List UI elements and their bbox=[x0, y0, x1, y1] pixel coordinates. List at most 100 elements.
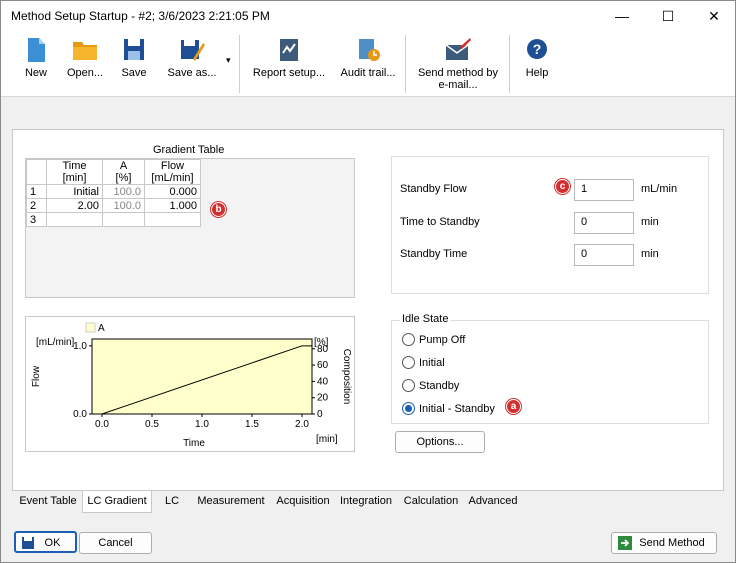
cell-time[interactable] bbox=[46, 212, 103, 227]
gradient-table-container: Time [min] A [%] Flow [mL/min] 1 Initial 10… bbox=[25, 158, 355, 298]
x-axis-label: Time bbox=[183, 438, 205, 449]
save-as-icon bbox=[181, 40, 205, 61]
idle-state-group: Idle State Pump Off Initial Standby Init… bbox=[391, 313, 709, 424]
standby-flow-input[interactable]: 1 bbox=[574, 179, 634, 201]
cell-flow[interactable] bbox=[144, 212, 201, 227]
toolbar-separator bbox=[239, 35, 240, 93]
callout-b-badge: b bbox=[211, 202, 226, 217]
toolbar-separator bbox=[509, 35, 510, 93]
radio-standby[interactable]: Standby bbox=[402, 379, 459, 392]
cell-time[interactable]: 2.00 bbox=[46, 198, 103, 213]
standby-time-unit: min bbox=[641, 248, 659, 260]
tab-event-table[interactable]: Event Table bbox=[14, 491, 82, 513]
send-method-button[interactable]: Send Method bbox=[611, 532, 717, 554]
time-to-standby-unit: min bbox=[641, 216, 659, 228]
tab-acquisition[interactable]: Acquisition bbox=[274, 491, 332, 513]
save-disk-icon bbox=[22, 537, 34, 549]
standby-time-label: Standby Time bbox=[400, 248, 468, 260]
cell-a[interactable] bbox=[102, 212, 145, 227]
radio-initial-standby[interactable]: Initial - Standby bbox=[402, 402, 495, 415]
x-axis-unit: [min] bbox=[316, 434, 338, 445]
radio-indicator[interactable] bbox=[402, 333, 415, 346]
maximize-button[interactable]: ☐ bbox=[645, 1, 691, 31]
send-email-label-line2: e-mail... bbox=[438, 79, 478, 91]
minimize-button[interactable]: — bbox=[599, 1, 645, 31]
report-setup-button[interactable]: Report setup... bbox=[249, 35, 329, 95]
standby-settings-group: Standby Flow c 1 mL/min Time to Standby … bbox=[391, 156, 709, 294]
table-row[interactable]: 2 2.00 100.0 1.000 bbox=[26, 198, 201, 213]
ok-label: OK bbox=[44, 537, 61, 549]
send-email-label-line1: Send method by bbox=[417, 67, 499, 79]
audit-trail-icon bbox=[359, 39, 380, 61]
tab-measurement[interactable]: Measurement bbox=[194, 491, 268, 513]
report-setup-label: Report setup... bbox=[252, 67, 326, 79]
plot-area bbox=[91, 338, 313, 415]
y-right-tick-label: 40 bbox=[317, 376, 329, 387]
cell-time[interactable]: Initial bbox=[46, 184, 103, 199]
svg-text:?: ? bbox=[533, 41, 542, 57]
help-icon: ? bbox=[527, 39, 547, 59]
table-row[interactable]: 1 Initial 100.0 0.000 bbox=[26, 184, 201, 199]
open-folder-icon bbox=[73, 42, 97, 60]
column-header-flow[interactable]: Flow [mL/min] bbox=[144, 159, 201, 185]
cancel-button[interactable]: Cancel bbox=[79, 532, 152, 554]
close-button[interactable]: ✕ bbox=[691, 1, 736, 31]
cell-a[interactable]: 100.0 bbox=[102, 184, 145, 199]
new-button[interactable]: New bbox=[15, 35, 57, 95]
radio-indicator[interactable] bbox=[402, 356, 415, 369]
y-left-axis-label: Flow bbox=[31, 365, 42, 387]
gradient-table[interactable]: Time [min] A [%] Flow [mL/min] 1 Initial 10… bbox=[26, 159, 201, 227]
title-bar: Method Setup Startup - #2; 3/6/2023 2:21… bbox=[1, 1, 735, 31]
window-title: Method Setup Startup - #2; 3/6/2023 2:21… bbox=[11, 9, 270, 23]
column-header-a[interactable]: A [%] bbox=[102, 159, 145, 185]
y-right-tick-label: 20 bbox=[317, 393, 329, 404]
tab-integration[interactable]: Integration bbox=[336, 491, 396, 513]
tab-lc-gradient[interactable]: LC Gradient bbox=[82, 491, 152, 513]
x-tick-label: 2.0 bbox=[295, 419, 309, 430]
radio-initial[interactable]: Initial bbox=[402, 356, 445, 369]
cell-flow[interactable]: 1.000 bbox=[144, 198, 201, 213]
column-header-time[interactable]: Time [min] bbox=[46, 159, 103, 185]
method-tabs: Event Table LC Gradient LC Measurement A… bbox=[12, 491, 724, 513]
radio-pump-off[interactable]: Pump Off bbox=[402, 333, 465, 346]
x-tick-label: 1.0 bbox=[195, 419, 209, 430]
send-arrow-icon bbox=[618, 536, 632, 550]
standby-flow-unit: mL/min bbox=[641, 183, 678, 195]
help-label: Help bbox=[525, 67, 549, 79]
help-button[interactable]: ? Help bbox=[519, 35, 555, 95]
send-method-email-button[interactable]: Send method by e-mail... bbox=[413, 35, 503, 95]
method-setup-window: Method Setup Startup - #2; 3/6/2023 2:21… bbox=[0, 0, 736, 563]
save-disk-icon bbox=[124, 39, 144, 60]
row-number: 1 bbox=[26, 184, 47, 199]
tab-lc[interactable]: LC bbox=[160, 491, 184, 513]
save-button[interactable]: Save bbox=[113, 35, 155, 95]
open-button[interactable]: Open... bbox=[61, 35, 109, 95]
idle-state-legend: Idle State bbox=[400, 313, 451, 325]
y-right-tick-label: 60 bbox=[317, 360, 329, 371]
table-row[interactable]: 3 bbox=[26, 212, 201, 227]
cell-a[interactable]: 100.0 bbox=[102, 198, 145, 213]
cell-flow[interactable]: 0.000 bbox=[144, 184, 201, 199]
new-label: New bbox=[24, 67, 47, 79]
standby-flow-label: Standby Flow bbox=[400, 183, 467, 195]
tab-calculation[interactable]: Calculation bbox=[402, 491, 460, 513]
toolbar: New Open... Save Save as... ▾ Report set… bbox=[1, 31, 735, 97]
ok-button[interactable]: OK bbox=[14, 531, 77, 553]
gradient-table-title: Gradient Table bbox=[153, 144, 225, 156]
save-as-dropdown-arrow-icon[interactable]: ▾ bbox=[226, 55, 231, 66]
standby-time-input[interactable]: 0 bbox=[574, 244, 634, 266]
time-to-standby-input[interactable]: 0 bbox=[574, 212, 634, 234]
gradient-chart: A[mL/min] [%]0.0 0.5 1.0 1.5 2.00.01.00204060… bbox=[31, 322, 352, 449]
new-document-icon bbox=[28, 38, 45, 62]
audit-trail-button[interactable]: Audit trail... bbox=[335, 35, 401, 95]
gradient-chart-container: A [mL/min] [%] 0.0 0.5 1.0 1.5 2.0 0.0 1.0 0 20 40 60… bbox=[25, 316, 355, 452]
table-corner bbox=[26, 159, 47, 185]
radio-indicator[interactable] bbox=[402, 379, 415, 392]
report-setup-icon bbox=[280, 39, 298, 61]
options-button[interactable]: Options... bbox=[395, 431, 485, 453]
radio-indicator-selected[interactable] bbox=[402, 402, 415, 415]
y-left-tick-label: 1.0 bbox=[73, 341, 87, 352]
lc-gradient-panel: Gradient Table Time [min] A [%] Flow [mL/mi… bbox=[12, 129, 724, 491]
tab-advanced[interactable]: Advanced bbox=[466, 491, 520, 513]
save-as-button[interactable]: Save as... bbox=[161, 35, 223, 95]
